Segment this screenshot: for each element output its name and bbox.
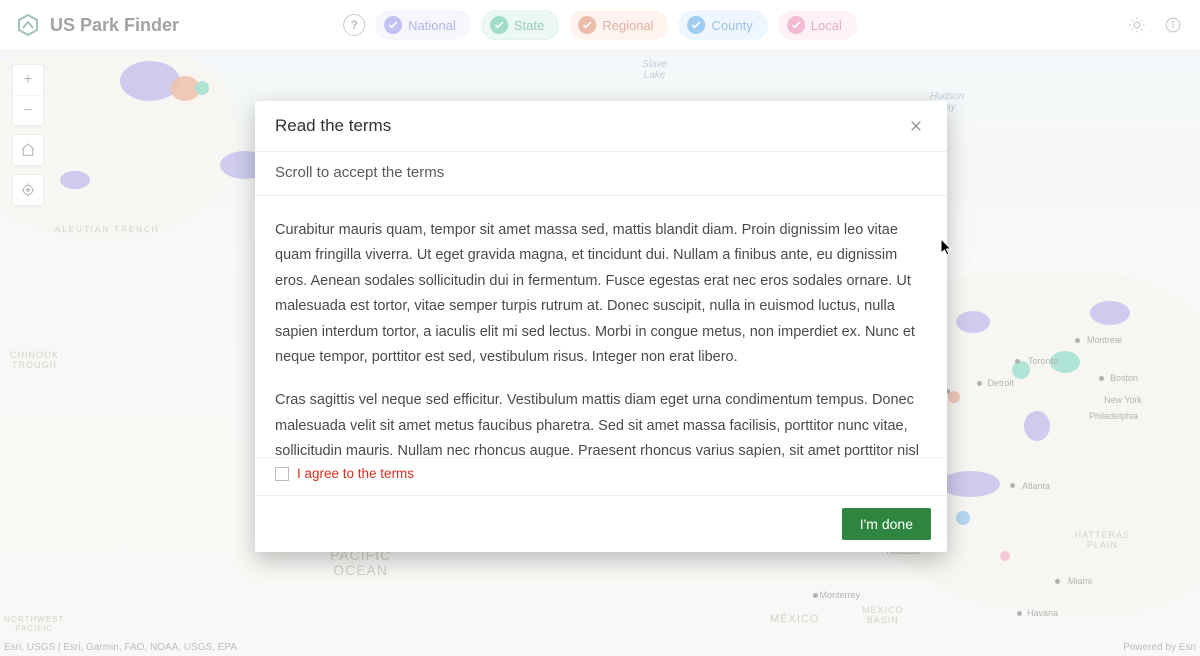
terms-paragraph: Cras sagittis vel neque sed efficitur. V… xyxy=(275,388,919,457)
terms-paragraph: Curabitur mauris quam, tempor sit amet m… xyxy=(275,218,919,370)
dialog-close-button[interactable] xyxy=(905,115,927,137)
dialog-subtitle: Scroll to accept the terms xyxy=(255,152,947,196)
terms-dialog: Read the terms Scroll to accept the term… xyxy=(255,101,947,552)
agree-checkbox[interactable] xyxy=(275,467,289,481)
dialog-scroll-body[interactable]: Curabitur mauris quam, tempor sit amet m… xyxy=(255,196,947,457)
agree-label: I agree to the terms xyxy=(297,466,414,481)
done-button[interactable]: I'm done xyxy=(842,508,931,540)
dialog-title: Read the terms xyxy=(275,116,391,136)
